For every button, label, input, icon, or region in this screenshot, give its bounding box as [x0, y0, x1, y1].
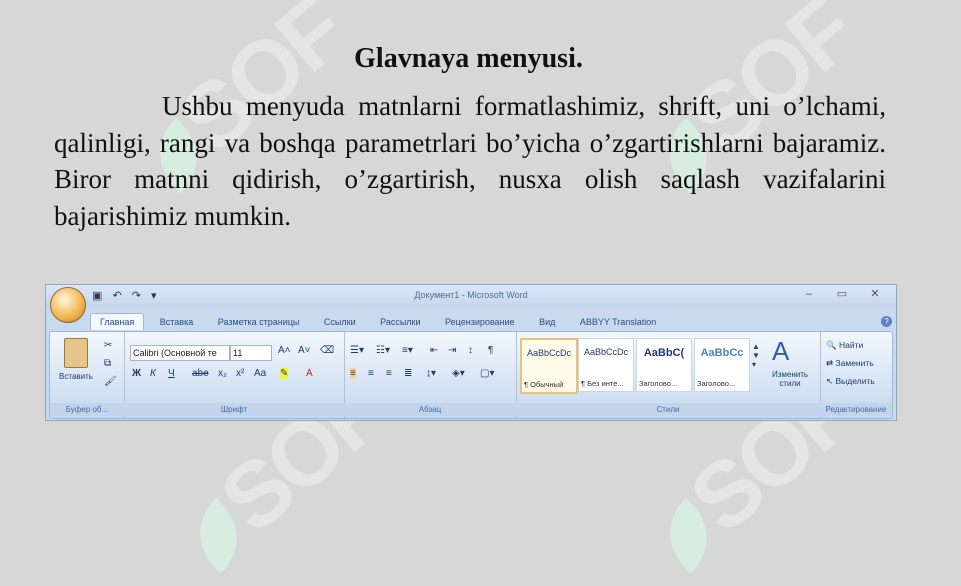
- change-case-button[interactable]: Aa: [254, 368, 266, 379]
- style-sample: AaBbC(: [643, 347, 685, 359]
- tab-references[interactable]: Ссылки: [315, 314, 365, 330]
- style-name: ¶ Без инте...: [581, 379, 624, 388]
- font-color-icon[interactable]: A: [306, 368, 313, 379]
- style-sample: AaBbCc: [700, 347, 744, 359]
- clipboard-group: Вставить ✂ ⧉ 🖌 Буфер об...: [50, 332, 125, 418]
- style-name: ¶ Обычный: [524, 380, 564, 389]
- align-left-icon[interactable]: ≡: [350, 368, 356, 379]
- minimize-icon[interactable]: –: [794, 288, 824, 300]
- slide-title: Glavnaya menyusi.: [354, 43, 583, 74]
- subscript-button[interactable]: x₂: [218, 368, 227, 379]
- style-no-spacing[interactable]: AaBbCcDc ¶ Без инте...: [578, 338, 634, 392]
- select-button[interactable]: ↖ Выделить: [826, 376, 875, 387]
- styles-group: AaBbCcDc ¶ Обычный AaBbCcDc ¶ Без инте..…: [516, 332, 821, 418]
- tab-page-layout[interactable]: Разметка страницы: [209, 314, 309, 330]
- clear-format-icon[interactable]: ⌫: [320, 345, 334, 356]
- maximize-icon[interactable]: ▭: [827, 287, 857, 300]
- tab-view[interactable]: Вид: [530, 314, 564, 330]
- find-button[interactable]: 🔍 Найти: [826, 340, 863, 351]
- superscript-button[interactable]: x²: [236, 368, 244, 379]
- replace-label: Заменить: [835, 358, 874, 368]
- justify-icon[interactable]: ≣: [404, 368, 412, 379]
- style-heading-2[interactable]: AaBbCc Заголово...: [694, 338, 750, 392]
- font-group-label: Шрифт: [124, 403, 344, 416]
- highlight-icon[interactable]: ✎: [280, 368, 289, 379]
- style-sample: AaBbCcDc: [583, 347, 628, 357]
- line-spacing-icon[interactable]: ↨▾: [426, 368, 436, 379]
- align-right-icon[interactable]: ≡: [386, 368, 392, 379]
- cut-icon[interactable]: ✂: [104, 340, 112, 351]
- ribbon-tabs: Главная Вставка Разметка страницы Ссылки…: [90, 313, 669, 331]
- format-painter-icon[interactable]: 🖌: [104, 376, 117, 387]
- style-heading-1[interactable]: AaBbC( Заголово...: [636, 338, 692, 392]
- styles-scroll-icon[interactable]: ▲ ▼ ▾: [752, 342, 760, 369]
- align-center-icon[interactable]: ≡: [368, 368, 374, 379]
- close-icon[interactable]: ✕: [860, 287, 890, 300]
- editing-group-label: Редактирование: [820, 403, 892, 416]
- find-label: Найти: [838, 340, 864, 350]
- style-name: Заголово...: [639, 379, 678, 388]
- tab-mailings[interactable]: Рассылки: [371, 314, 429, 330]
- borders-icon[interactable]: ▢▾: [480, 368, 494, 379]
- clipboard-group-label: Буфер об...: [50, 403, 124, 416]
- numbering-icon[interactable]: ☷▾: [376, 345, 390, 356]
- strikethrough-button[interactable]: abe: [192, 368, 209, 379]
- style-name: Заголово...: [697, 379, 736, 388]
- change-styles-label[interactable]: Изменить стили: [762, 370, 818, 388]
- tab-abbyy[interactable]: ABBYY Translation: [571, 314, 665, 330]
- office-button[interactable]: [50, 287, 86, 323]
- tab-home[interactable]: Главная: [90, 313, 145, 330]
- decrease-indent-icon[interactable]: ⇤: [430, 345, 438, 356]
- font-name-dropdown[interactable]: Calibri (Основной те: [130, 345, 230, 361]
- paragraph-group-label: Абзац: [344, 403, 516, 416]
- increase-indent-icon[interactable]: ⇥: [448, 345, 456, 356]
- title-bar: ▣ ↶ ↷ ▾ Документ1 - Microsoft Word – ▭ ✕: [46, 285, 896, 307]
- window-title: Документ1 - Microsoft Word: [414, 290, 528, 300]
- style-normal[interactable]: AaBbCcDc ¶ Обычный: [520, 338, 578, 394]
- style-sample: AaBbCcDc: [526, 348, 571, 358]
- font-group: Calibri (Основной те 11 A˄ A˅ ⌫ Ж К Ч ab…: [124, 332, 345, 418]
- multilevel-list-icon[interactable]: ≡▾: [402, 345, 413, 356]
- tab-insert[interactable]: Вставка: [151, 314, 202, 330]
- sort-icon[interactable]: ↕: [468, 345, 473, 356]
- ribbon-home: Вставить ✂ ⧉ 🖌 Буфер об... Calibri (Осно…: [49, 331, 893, 419]
- shading-icon[interactable]: ◈▾: [452, 368, 465, 379]
- change-styles-icon[interactable]: A: [772, 336, 789, 367]
- styles-group-label: Стили: [516, 403, 820, 416]
- paste-icon[interactable]: [64, 338, 88, 368]
- tab-review[interactable]: Рецензирование: [436, 314, 524, 330]
- grow-font-button[interactable]: A˄: [278, 345, 291, 356]
- bold-button[interactable]: Ж: [132, 368, 141, 379]
- slide-paragraph: Ushbu menyuda matnlarni formatlashimiz, …: [54, 91, 886, 231]
- font-size-dropdown[interactable]: 11: [230, 345, 272, 361]
- italic-button[interactable]: К: [150, 368, 156, 379]
- replace-button[interactable]: ⇄ Заменить: [826, 358, 874, 369]
- show-marks-icon[interactable]: ¶: [488, 345, 493, 356]
- paragraph-group: ☰▾ ☷▾ ≡▾ ⇤ ⇥ ↕ ¶ ≡ ≡ ≡ ≣ ↨▾ ◈▾ ▢▾ Абзац: [344, 332, 517, 418]
- select-label: Выделить: [835, 376, 875, 386]
- word-ribbon-screenshot: ▣ ↶ ↷ ▾ Документ1 - Microsoft Word – ▭ ✕…: [45, 284, 897, 421]
- help-icon[interactable]: ?: [881, 316, 892, 327]
- shrink-font-button[interactable]: A˅: [298, 345, 311, 356]
- bullets-icon[interactable]: ☰▾: [350, 345, 364, 356]
- editing-group: 🔍 Найти ⇄ Заменить ↖ Выделить Редактиров…: [820, 332, 892, 418]
- window-controls: – ▭ ✕: [794, 287, 890, 300]
- paste-button-label[interactable]: Вставить: [52, 372, 100, 381]
- copy-icon[interactable]: ⧉: [104, 358, 111, 369]
- underline-button[interactable]: Ч: [168, 368, 175, 379]
